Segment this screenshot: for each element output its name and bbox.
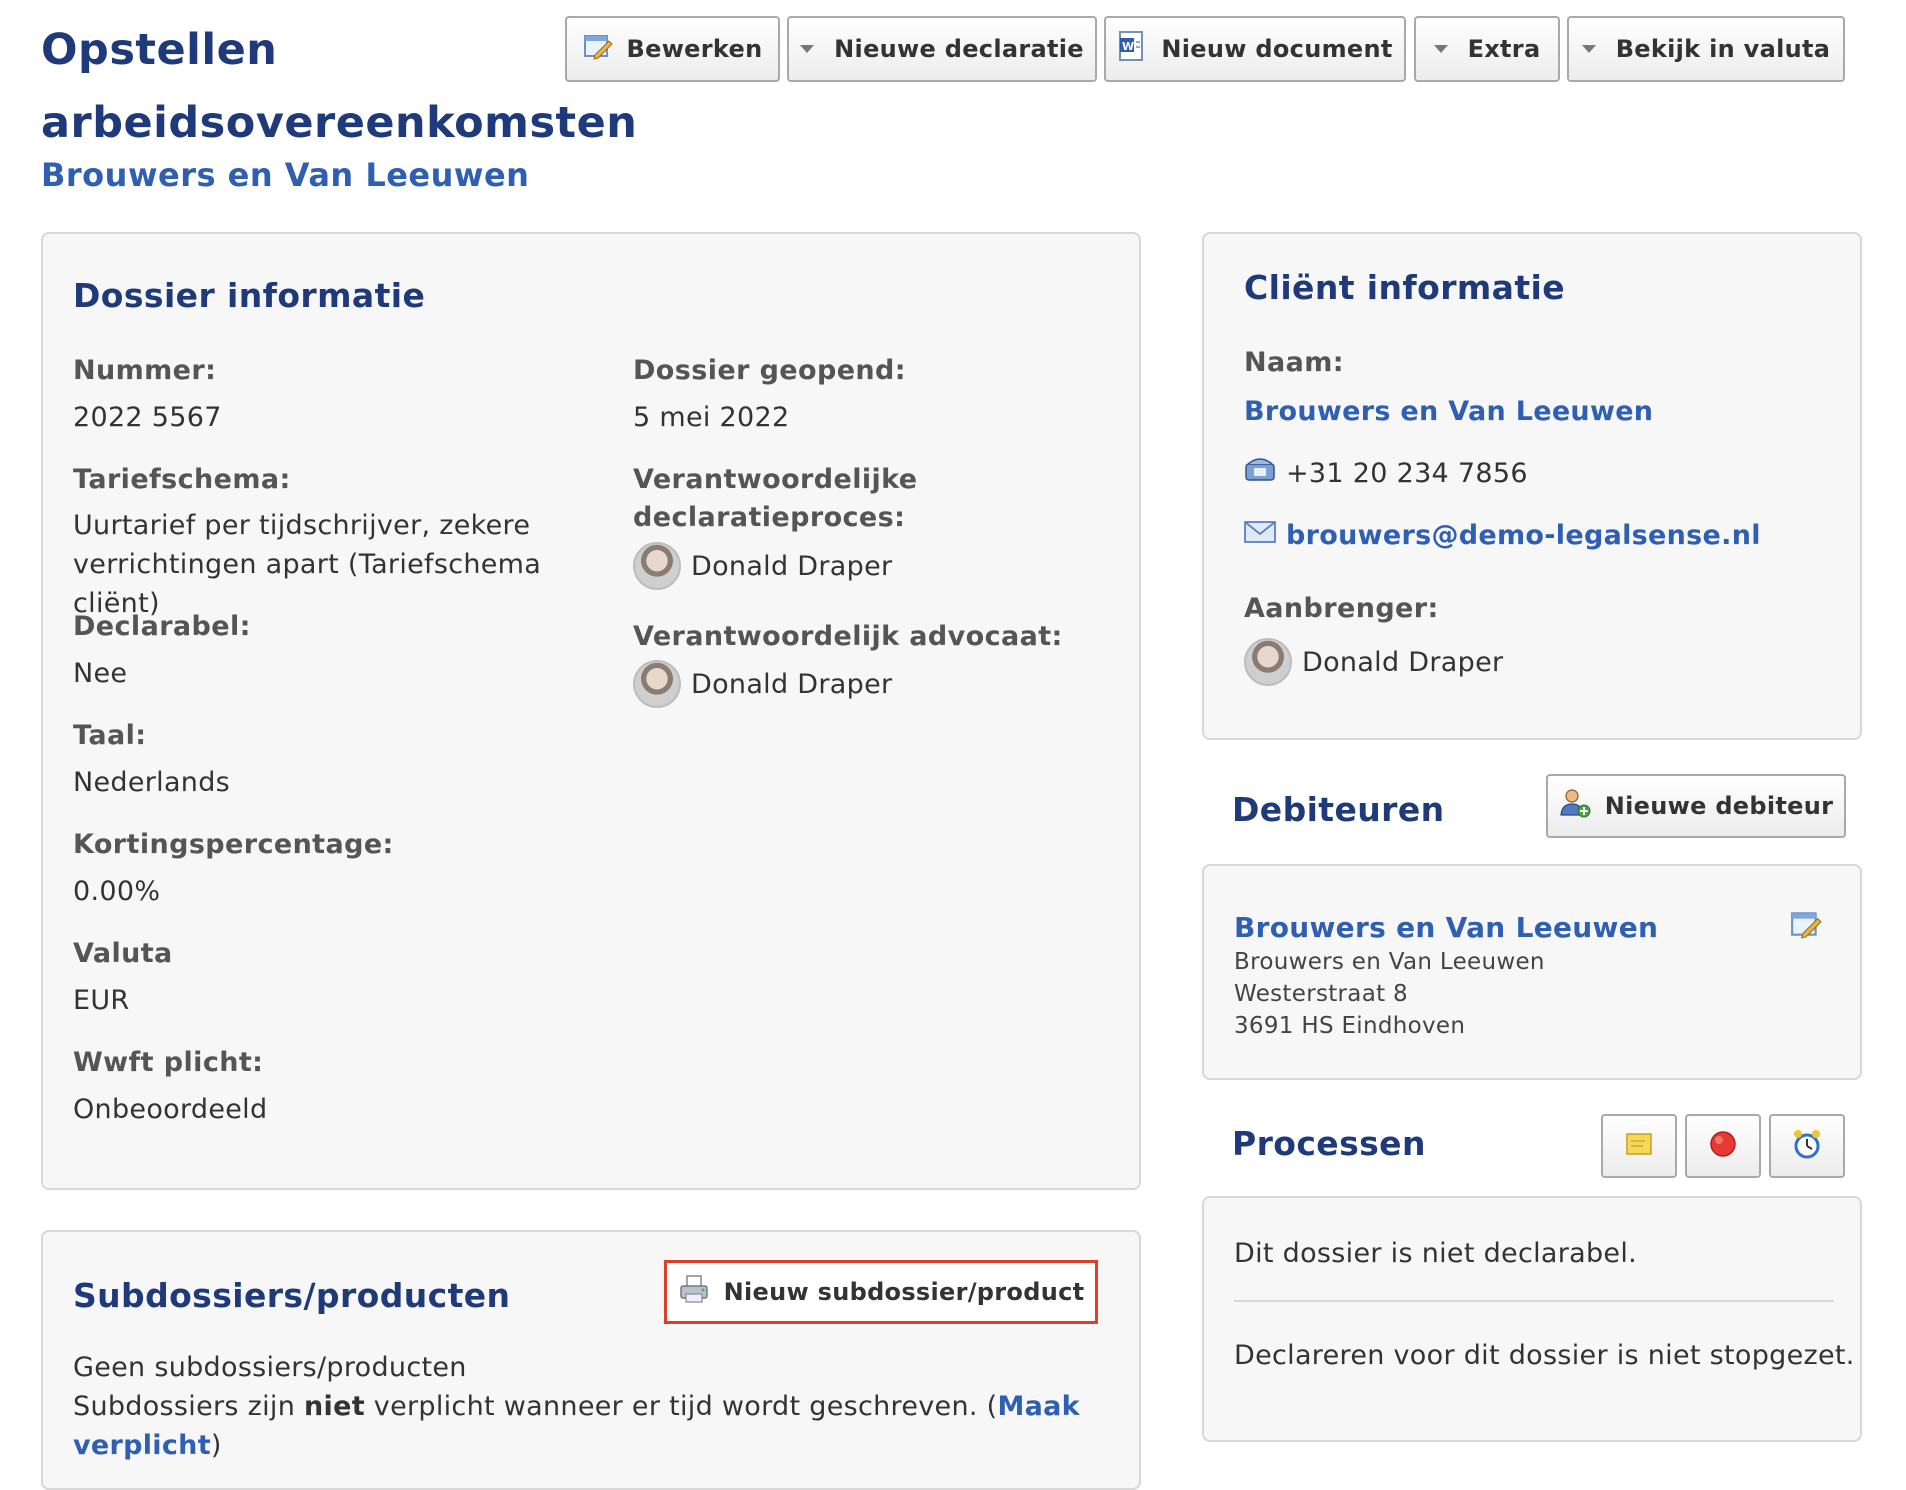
- debtor-card: Brouwers en Van Leeuwen Brouwers en Van …: [1202, 864, 1862, 1080]
- note-bold: niet: [304, 1391, 365, 1422]
- view-currency-dropdown[interactable]: Bekijk in valuta: [1567, 16, 1845, 82]
- currency-label: Valuta: [73, 938, 173, 969]
- debtor-address-line1: Brouwers en Van Leeuwen: [1234, 949, 1545, 975]
- wwft-label: Wwft plicht:: [73, 1047, 264, 1078]
- new-invoice-dropdown[interactable]: Nieuwe declaratie: [787, 16, 1097, 82]
- wwft-value: Onbeoordeeld: [73, 1094, 268, 1125]
- new-invoice-label: Nieuwe declaratie: [834, 35, 1084, 63]
- client-info-heading: Cliënt informatie: [1244, 268, 1566, 307]
- process-status-stopped: Declareren voor dit dossier is niet stop…: [1234, 1340, 1855, 1371]
- phone-icon: [1244, 454, 1276, 493]
- edit-icon[interactable]: [1790, 908, 1822, 944]
- new-subdossier-button[interactable]: Nieuw subdossier/product: [664, 1260, 1098, 1324]
- avatar: [1244, 638, 1292, 686]
- client-email-row: brouwers@demo-legalsense.nl: [1244, 516, 1761, 555]
- page-subtitle[interactable]: Brouwers en Van Leeuwen: [41, 156, 529, 194]
- new-debtor-button[interactable]: Nieuwe debiteur: [1546, 774, 1846, 838]
- new-document-button[interactable]: W Nieuw document: [1104, 16, 1406, 82]
- responsible-invoicing-name: Donald Draper: [691, 550, 893, 582]
- number-value: 2022 5567: [73, 402, 222, 433]
- discount-label: Kortingspercentage:: [73, 829, 394, 860]
- tariff-label: Tariefschema:: [73, 464, 291, 495]
- record-icon: [1708, 1129, 1738, 1163]
- billable-value: Nee: [73, 658, 128, 689]
- responsible-lawyer-name: Donald Draper: [691, 668, 893, 700]
- sticky-note-icon: [1625, 1131, 1653, 1161]
- avatar: [633, 660, 681, 708]
- subdossiers-empty-text: Geen subdossiers/producten: [73, 1352, 467, 1383]
- new-document-label: Nieuw document: [1161, 35, 1393, 63]
- add-user-icon: [1559, 787, 1591, 825]
- opened-value: 5 mei 2022: [633, 402, 790, 433]
- process-status-billable: Dit dossier is niet declarabel.: [1234, 1238, 1638, 1269]
- debtor-address-line3: 3691 HS Eindhoven: [1234, 1013, 1466, 1039]
- view-currency-label: Bekijk in valuta: [1615, 35, 1831, 63]
- client-info-panel: Cliënt informatie Naam: Brouwers en Van …: [1202, 232, 1862, 740]
- opened-label: Dossier geopend:: [633, 355, 906, 386]
- language-label: Taal:: [73, 720, 147, 751]
- language-value: Nederlands: [73, 767, 231, 798]
- client-name-link[interactable]: Brouwers en Van Leeuwen: [1244, 392, 1653, 431]
- subdossiers-panel: Subdossiers/producten Nieuw subdossier/p…: [41, 1230, 1141, 1490]
- sticky-note-button[interactable]: [1601, 1114, 1677, 1178]
- subdossiers-heading: Subdossiers/producten: [73, 1276, 511, 1315]
- page-title: Opstellen arbeidsovereenkomsten: [41, 25, 638, 148]
- responsible-invoicing-label: Verantwoordelijke declaratieproces:: [633, 464, 918, 533]
- dossier-info-panel: Dossier informatie Nummer: 2022 5567 Dos…: [41, 232, 1141, 1190]
- edit-button-label: Bewerken: [626, 35, 763, 63]
- note-suffix: ): [210, 1430, 222, 1461]
- responsible-lawyer-label: Verantwoordelijk advocaat:: [633, 621, 1063, 652]
- client-email-link[interactable]: brouwers@demo-legalsense.nl: [1286, 516, 1761, 555]
- chevron-down-icon: [1433, 45, 1448, 53]
- printer-icon: [678, 1274, 710, 1310]
- note-middle: verplicht wanneer er tijd wordt geschrev…: [364, 1391, 998, 1422]
- chevron-down-icon: [1581, 45, 1596, 53]
- chevron-down-icon: [800, 45, 815, 53]
- email-icon: [1244, 516, 1276, 555]
- record-button[interactable]: [1685, 1114, 1761, 1178]
- currency-value: EUR: [73, 985, 130, 1016]
- client-name-label: Naam:: [1244, 347, 1344, 378]
- new-subdossier-label: Nieuw subdossier/product: [723, 1278, 1085, 1306]
- subdossiers-note: Subdossiers zijn niet verplicht wanneer …: [73, 1387, 1113, 1465]
- edit-icon: [583, 31, 613, 67]
- processes-panel: Dit dossier is niet declarabel. Declarer…: [1202, 1196, 1862, 1442]
- alarm-clock-button[interactable]: [1769, 1114, 1845, 1178]
- number-label: Nummer:: [73, 355, 217, 386]
- new-debtor-label: Nieuwe debiteur: [1604, 792, 1834, 820]
- svg-text:W: W: [1122, 40, 1134, 53]
- billable-label: Declarabel:: [73, 611, 251, 642]
- divider: [1234, 1300, 1834, 1302]
- debtor-name-link[interactable]: Brouwers en Van Leeuwen: [1234, 908, 1658, 947]
- debtor-address-line2: Westerstraat 8: [1234, 981, 1408, 1007]
- note-prefix: Subdossiers zijn: [73, 1391, 305, 1422]
- word-document-icon: W: [1117, 30, 1147, 68]
- edit-button[interactable]: Bewerken: [565, 16, 780, 82]
- alarm-clock-icon: [1791, 1128, 1823, 1164]
- processes-heading: Processen: [1232, 1124, 1426, 1163]
- debtors-heading: Debiteuren: [1232, 790, 1445, 829]
- dossier-info-heading: Dossier informatie: [73, 276, 426, 315]
- introducer-name: Donald Draper: [1302, 646, 1504, 678]
- introducer-label: Aanbrenger:: [1244, 593, 1439, 624]
- extra-dropdown[interactable]: Extra: [1414, 16, 1560, 82]
- discount-value: 0.00%: [73, 876, 161, 907]
- tariff-value: Uurtarief per tijdschrijver, zekere verr…: [73, 510, 542, 619]
- introducer-person[interactable]: Donald Draper: [1244, 638, 1503, 686]
- responsible-lawyer-person[interactable]: Donald Draper: [633, 660, 892, 708]
- client-phone: +31 20 234 7856: [1286, 458, 1528, 489]
- client-phone-row: +31 20 234 7856: [1244, 454, 1528, 493]
- extra-label: Extra: [1467, 35, 1541, 63]
- responsible-invoicing-person[interactable]: Donald Draper: [633, 542, 892, 590]
- avatar: [633, 542, 681, 590]
